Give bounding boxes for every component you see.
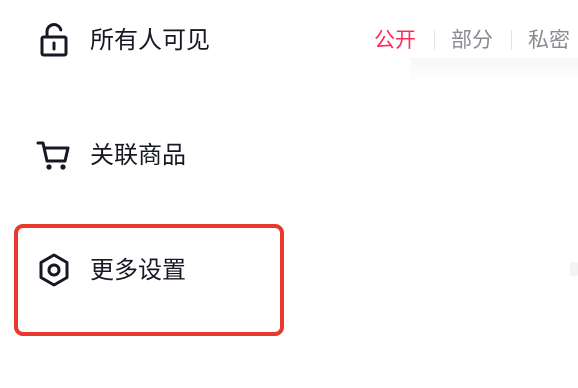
more-settings-chevron-hint [570,262,578,276]
segment-divider [434,30,435,50]
visibility-row[interactable]: 所有人可见 公开 部分 私密 [0,0,578,90]
visibility-option-private[interactable]: 私密 [522,22,576,58]
segment-divider [511,30,512,50]
unlock-icon [36,22,72,58]
visibility-segmented-control[interactable]: 公开 部分 私密 [368,22,576,58]
visibility-option-partial[interactable]: 部分 [445,22,499,58]
hexagon-settings-icon [36,252,72,288]
visibility-label: 所有人可见 [90,26,210,54]
visibility-option-public[interactable]: 公开 [368,22,422,58]
more-settings-row[interactable]: 更多设置 [0,222,578,312]
related-products-row[interactable]: 关联商品 [0,112,578,202]
shopping-cart-icon [36,137,72,173]
segmented-control-shadow [410,58,578,84]
post-settings-screen: 所有人可见 公开 部分 私密 关联商品 更多设置 [0,0,578,388]
related-products-label: 关联商品 [90,141,186,169]
more-settings-label: 更多设置 [90,256,186,284]
